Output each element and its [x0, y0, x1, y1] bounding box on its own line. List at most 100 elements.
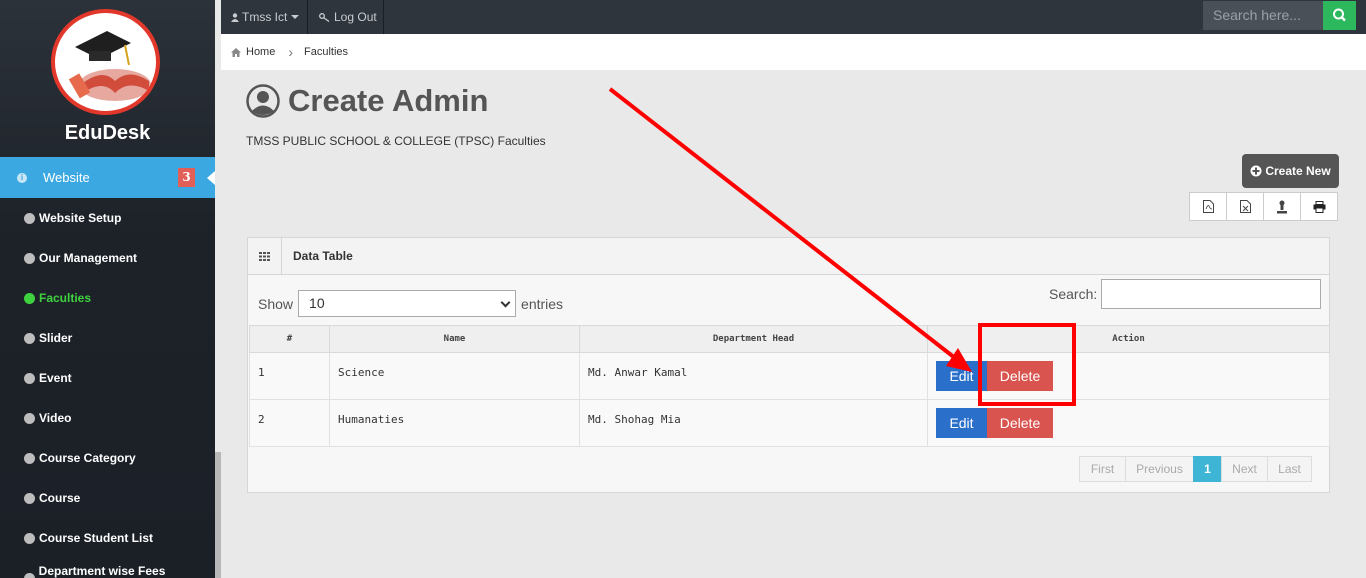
- page-title-text: Create Admin: [288, 83, 489, 118]
- sidebar-item-label: Video: [39, 411, 72, 425]
- export-pdf-button[interactable]: [1190, 193, 1227, 220]
- sidebar-item-course[interactable]: Course: [0, 478, 215, 518]
- table-header-row: # Name Department Head Action: [249, 325, 1330, 353]
- edit-button[interactable]: Edit: [936, 408, 987, 438]
- pagination-first[interactable]: First: [1079, 456, 1126, 482]
- logout-link[interactable]: Log Out: [308, 0, 384, 34]
- caret-down-icon: [291, 15, 300, 19]
- entries-label: entries: [521, 295, 564, 312]
- delete-button[interactable]: Delete: [987, 361, 1053, 391]
- file-pdf-icon: [1202, 200, 1214, 213]
- sidebar-item-label: Faculties: [39, 291, 92, 305]
- sidebar-item-label: Our Management: [39, 251, 138, 265]
- logout-label: Log Out: [334, 10, 377, 24]
- pagination-next[interactable]: Next: [1221, 456, 1268, 482]
- user-icon: [231, 12, 239, 22]
- pagination: First Previous 1 Next Last: [1079, 456, 1312, 482]
- key-icon: [319, 12, 330, 22]
- brand-name: EduDesk: [64, 122, 151, 144]
- column-header-name[interactable]: Name: [329, 325, 580, 353]
- bullet-icon: [24, 292, 35, 304]
- scrollbar-thumb[interactable]: [215, 452, 221, 578]
- breadcrumb-home[interactable]: Home: [246, 46, 275, 58]
- cell-department-head: Md. Anwar Kamal: [579, 352, 928, 400]
- bullet-icon: [24, 412, 35, 424]
- home-icon: [231, 47, 241, 57]
- bullet-icon: [24, 372, 35, 384]
- page-title: Create Admin: [246, 83, 488, 119]
- create-new-button[interactable]: Create New: [1242, 154, 1339, 188]
- data-table-panel: Data Table Show 10 entries Search: # Nam…: [247, 237, 1330, 493]
- sidebar: EduDesk i Website 3 Website Setup Our Ma…: [0, 0, 215, 578]
- entries-select[interactable]: 10: [298, 290, 517, 317]
- cell-name: Science: [329, 352, 580, 400]
- sidebar-item-event[interactable]: Event: [0, 358, 215, 398]
- top-search-input[interactable]: Search here...: [1203, 1, 1323, 30]
- sidebar-item-course-student-list[interactable]: Course Student List: [0, 518, 215, 558]
- column-header-department-head[interactable]: Department Head: [579, 325, 928, 353]
- table-search-input[interactable]: [1101, 279, 1321, 309]
- table-row: 2 Humanaties Md. Shohag Mia Edit Delete: [249, 399, 1330, 447]
- bullet-icon: [24, 572, 35, 578]
- sidebar-item-faculties[interactable]: Faculties: [0, 278, 215, 318]
- bullet-icon: [24, 532, 35, 544]
- pagination-page-1[interactable]: 1: [1193, 456, 1222, 482]
- sidebar-item-course-category[interactable]: Course Category: [0, 438, 215, 478]
- column-header-action[interactable]: Action: [927, 325, 1330, 353]
- faculties-table: # Name Department Head Action 1 Science …: [249, 325, 1330, 447]
- delete-button[interactable]: Delete: [987, 408, 1053, 438]
- sidebar-item-website[interactable]: i Website 3: [0, 157, 215, 198]
- sidebar-item-video[interactable]: Video: [0, 398, 215, 438]
- cell-number: 1: [249, 352, 330, 400]
- panel-header: Data Table: [248, 237, 1329, 275]
- cell-action: Edit Delete: [927, 352, 1330, 400]
- sidebar-item-label: Event: [39, 371, 72, 385]
- cell-action: Edit Delete: [927, 399, 1330, 447]
- export-button-group: [1189, 192, 1338, 221]
- sidebar-scrollbar[interactable]: [215, 0, 221, 578]
- sidebar-item-label: Website Setup: [39, 211, 122, 225]
- bullet-icon: [24, 332, 35, 344]
- column-header-number[interactable]: #: [249, 325, 330, 353]
- top-search-button[interactable]: [1323, 1, 1356, 30]
- export-excel-button[interactable]: [1227, 193, 1264, 220]
- bullet-icon: [24, 452, 35, 464]
- sidebar-item-department-fees[interactable]: Department wise Fees structure: [0, 558, 215, 578]
- pagination-last[interactable]: Last: [1267, 456, 1312, 482]
- entries-control: Show 10 entries: [258, 290, 563, 317]
- download-icon: [1277, 200, 1287, 213]
- panel-title: Data Table: [293, 249, 353, 263]
- cell-department-head: Md. Shohag Mia: [579, 399, 928, 447]
- cell-name: Humanaties: [329, 399, 580, 447]
- plus-circle-icon: [1250, 165, 1262, 177]
- bullet-icon: [24, 252, 35, 264]
- topbar: Tmss Ict Log Out Search here...: [221, 0, 1366, 34]
- bullet-icon: [24, 492, 35, 504]
- notification-badge: 3: [178, 168, 195, 187]
- user-circle-icon: [246, 84, 280, 118]
- pagination-previous[interactable]: Previous: [1125, 456, 1194, 482]
- sidebar-item-label: Website: [43, 170, 90, 185]
- search-icon: [1333, 8, 1346, 22]
- export-csv-button[interactable]: [1264, 193, 1301, 220]
- sidebar-item-label: Slider: [39, 331, 73, 345]
- breadcrumb: Home › Faculties: [221, 34, 1366, 70]
- grid-icon: [248, 237, 282, 275]
- print-button[interactable]: [1301, 193, 1337, 220]
- info-icon: i: [17, 172, 27, 183]
- edit-button[interactable]: Edit: [936, 361, 987, 391]
- user-name: Tmss Ict: [242, 10, 288, 24]
- sidebar-item-slider[interactable]: Slider: [0, 318, 215, 358]
- create-new-label: Create New: [1265, 164, 1331, 178]
- school-logo: [51, 9, 160, 115]
- cell-number: 2: [249, 399, 330, 447]
- sidebar-item-website-setup[interactable]: Website Setup: [0, 198, 215, 238]
- sidebar-item-label: Course Category: [39, 451, 136, 465]
- sidebar-item-label: Department wise Fees structure: [38, 564, 166, 578]
- user-menu[interactable]: Tmss Ict: [221, 0, 308, 34]
- sidebar-submenu: Website Setup Our Management Faculties S…: [0, 198, 215, 578]
- sidebar-item-label: Course Student List: [39, 531, 154, 545]
- print-icon: [1313, 200, 1325, 213]
- bullet-icon: [24, 212, 35, 224]
- sidebar-item-our-management[interactable]: Our Management: [0, 238, 215, 278]
